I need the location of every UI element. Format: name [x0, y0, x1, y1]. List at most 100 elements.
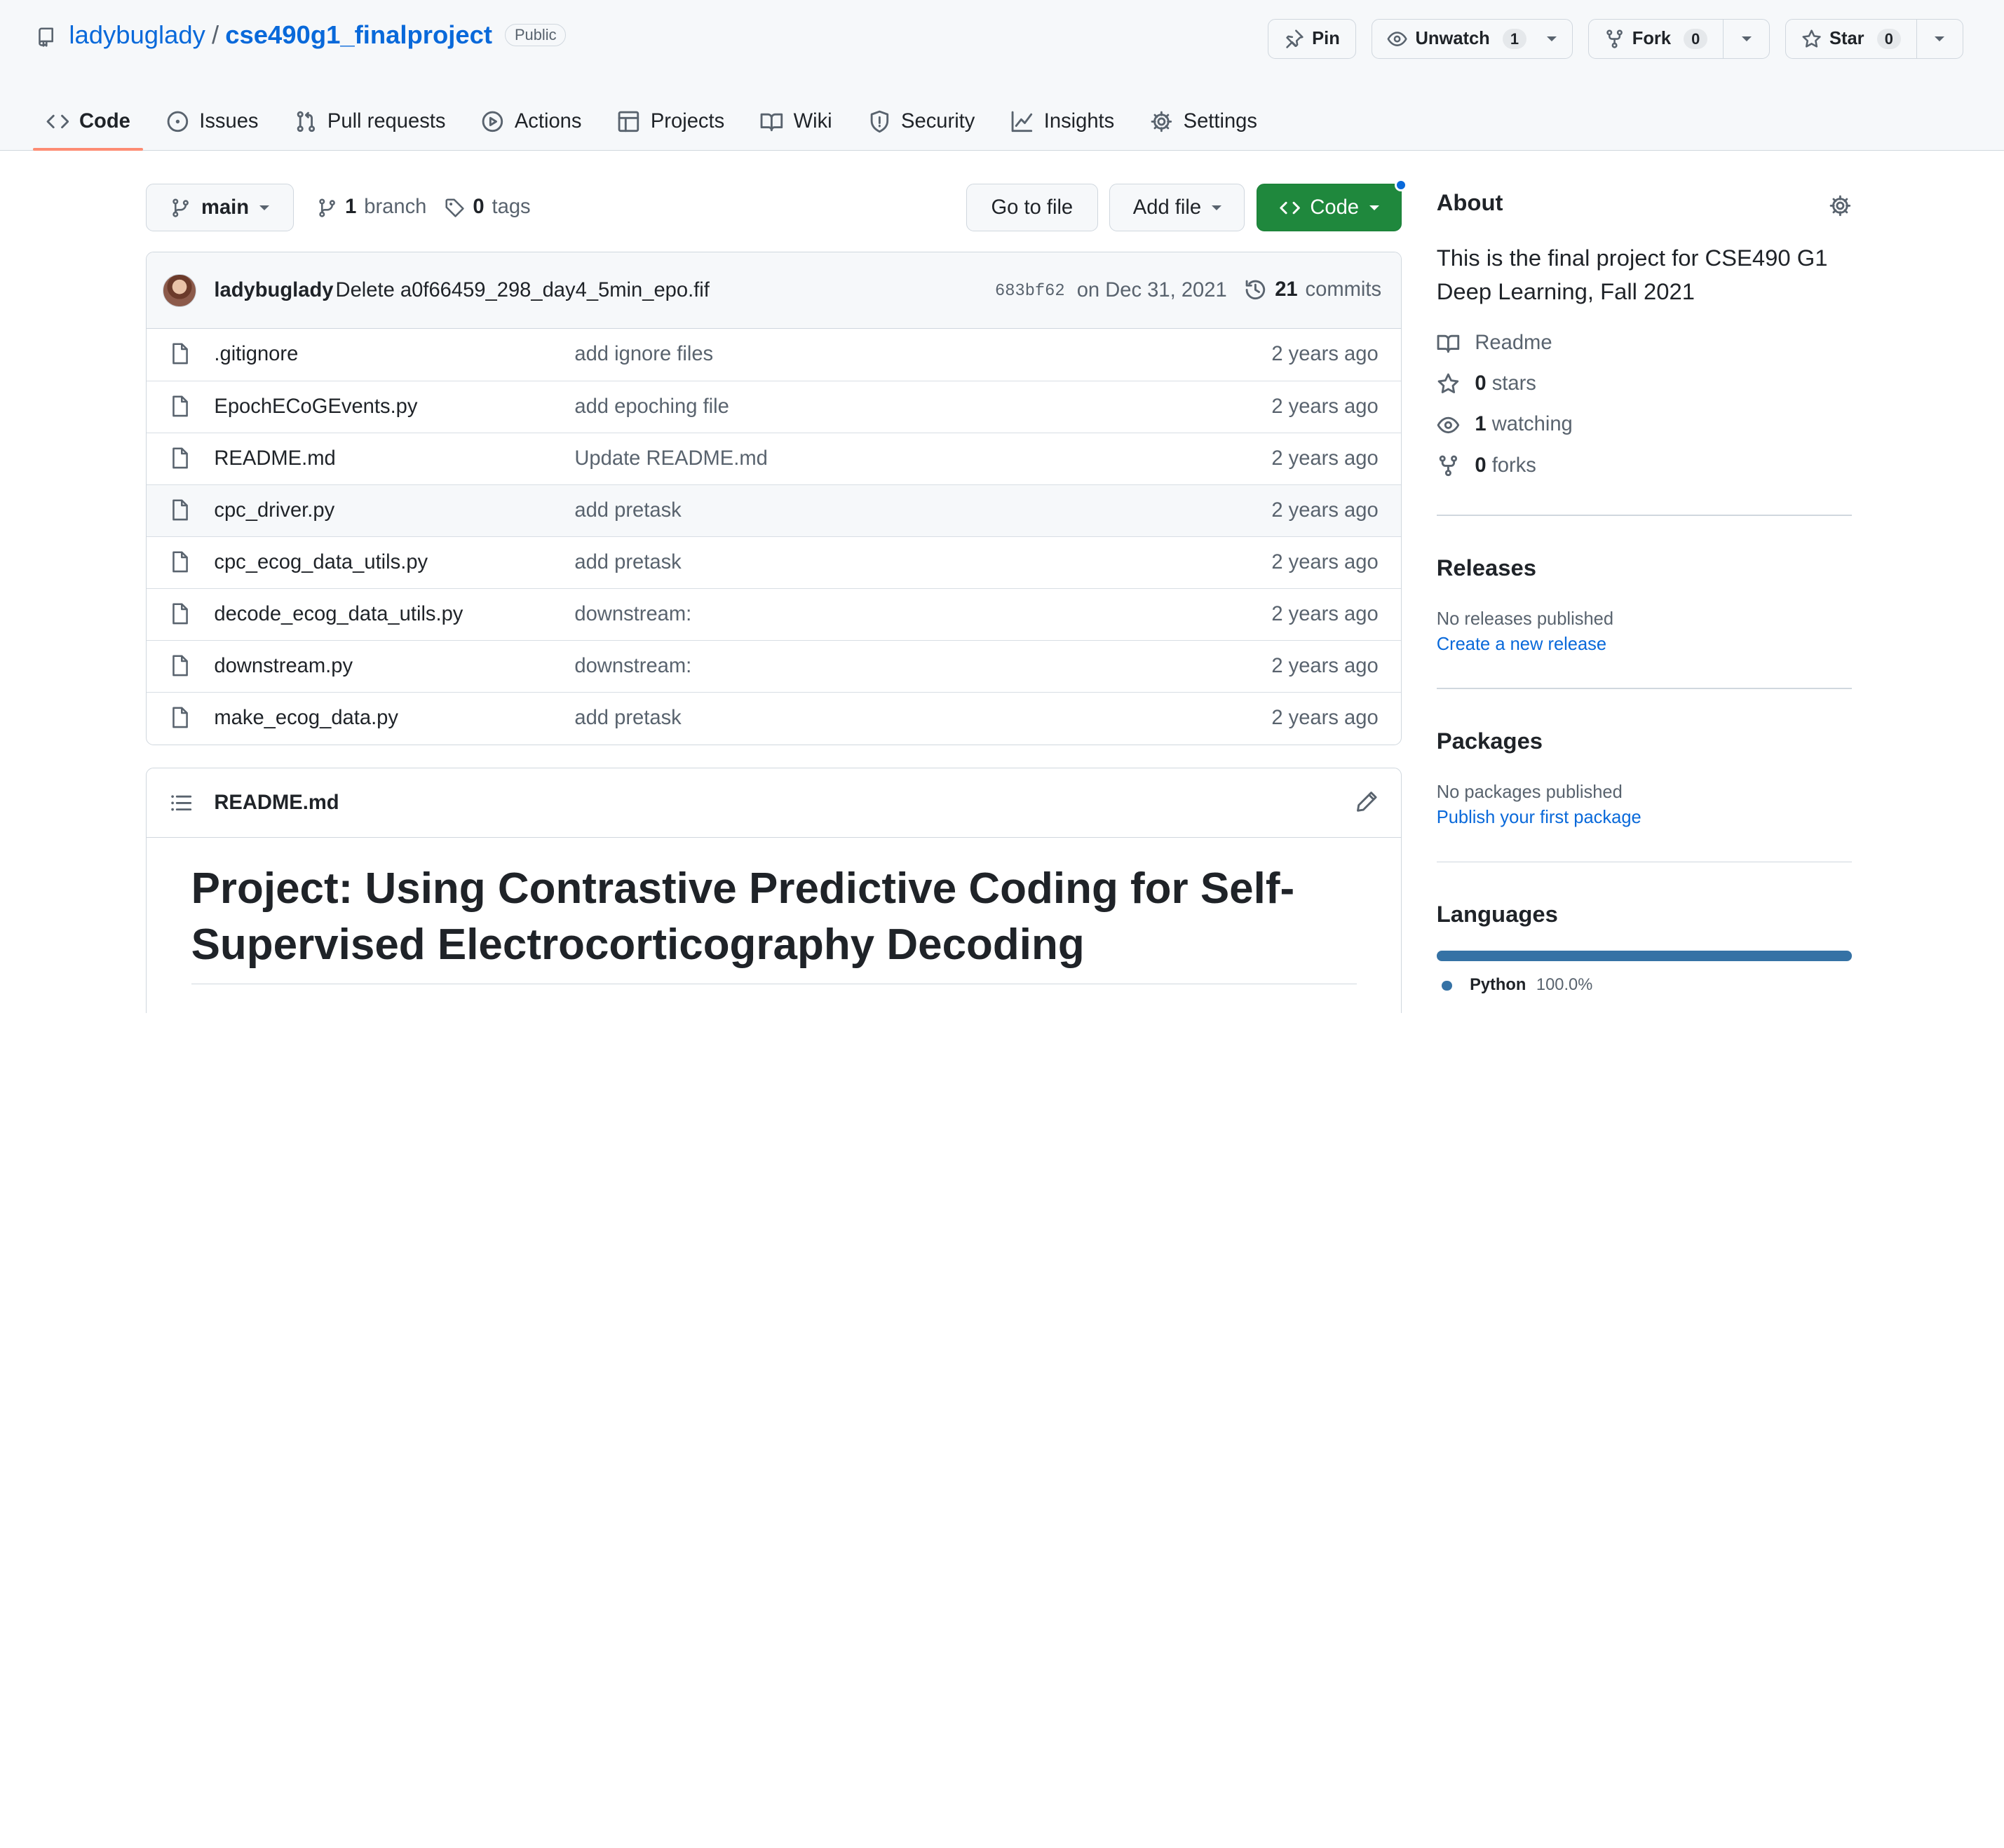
file-row[interactable]: downstream.py downstream: 2 years ago: [146, 640, 1402, 692]
pencil-icon[interactable]: [1355, 790, 1379, 813]
file-row[interactable]: README.md Update README.md 2 years ago: [146, 433, 1402, 484]
file-list: .gitignore add ignore files 2 years ago …: [146, 329, 1402, 744]
tab-label: Settings: [1183, 109, 1257, 133]
file-commit-message[interactable]: downstream:: [574, 603, 691, 626]
file-commit-message[interactable]: add pretask: [574, 551, 681, 574]
tab-code[interactable]: Code: [33, 92, 144, 151]
tab-pull-requests[interactable]: Pull requests: [281, 92, 458, 151]
file-name[interactable]: make_ecog_data.py: [214, 707, 398, 730]
readme-heading-line2: Supervised Electrocorticography Decoding: [191, 920, 1085, 969]
file-row[interactable]: .gitignore add ignore files 2 years ago: [147, 329, 1402, 381]
code-button[interactable]: Code: [1256, 184, 1402, 231]
file-name[interactable]: EpochECoGEvents.py: [214, 395, 417, 419]
readme-link[interactable]: Readme: [1437, 328, 1852, 358]
branch-select-button[interactable]: main: [145, 184, 294, 231]
chevron-down-icon: [1211, 205, 1221, 210]
tab-settings[interactable]: Settings: [1137, 92, 1270, 151]
forks-link[interactable]: 0 forks: [1437, 451, 1852, 480]
tab-projects[interactable]: Projects: [604, 92, 737, 151]
packages-title[interactable]: Packages: [1437, 728, 1852, 754]
readme-filename[interactable]: README.md: [214, 791, 339, 815]
readme-heading-line1: Project: Using Contrastive Predictive Co…: [191, 864, 1295, 913]
commit-count-label: commits: [1305, 278, 1382, 301]
book-icon: [1437, 331, 1460, 355]
fork-dropdown-button[interactable]: [1723, 20, 1769, 58]
add-file-button[interactable]: Add file: [1109, 184, 1245, 231]
gear-icon[interactable]: [1829, 194, 1852, 217]
stars-link[interactable]: 0 stars: [1437, 369, 1852, 398]
file-browser: ladybuglady Delete a0f66459_298_day4_5mi…: [145, 252, 1402, 745]
file-row[interactable]: cpc_ecog_data_utils.py add pretask 2 yea…: [146, 536, 1402, 588]
file-commit-message[interactable]: downstream:: [574, 655, 691, 678]
repo-name-link[interactable]: cse490g1_finalproject: [225, 20, 492, 50]
file-name[interactable]: README.md: [214, 447, 335, 470]
file-name[interactable]: decode_ecog_data_utils.py: [214, 603, 463, 626]
tag-icon: [445, 196, 465, 219]
fork-icon: [1437, 454, 1460, 477]
tab-label: Wiki: [793, 109, 832, 133]
branches-link[interactable]: 1 branch: [317, 196, 426, 219]
go-to-file-button[interactable]: Go to file: [966, 184, 1098, 231]
file-name[interactable]: downstream.py: [214, 655, 353, 678]
table-icon: [617, 109, 640, 133]
file-age: 2 years ago: [1271, 707, 1379, 730]
file-row[interactable]: cpc_driver.py add pretask 2 years ago: [146, 484, 1402, 537]
tab-wiki[interactable]: Wiki: [747, 92, 845, 151]
repo-icon: [36, 20, 56, 50]
history-icon: [1244, 278, 1267, 302]
file-commit-message[interactable]: add epoching file: [574, 395, 729, 419]
code-button-label: Code: [1310, 196, 1360, 219]
create-release-link[interactable]: Create a new release: [1437, 634, 1852, 655]
latest-commit-row: ladybuglady Delete a0f66459_298_day4_5mi…: [146, 252, 1402, 329]
tab-issues[interactable]: Issues: [154, 92, 271, 151]
publish-package-link[interactable]: Publish your first package: [1437, 808, 1852, 828]
tab-actions[interactable]: Actions: [468, 92, 594, 151]
commit-message[interactable]: Delete a0f66459_298_day4_5min_epo.fif: [336, 279, 710, 302]
file-row[interactable]: EpochECoGEvents.py add epoching file 2 y…: [146, 381, 1402, 433]
releases-title[interactable]: Releases: [1437, 555, 1852, 581]
unwatch-button[interactable]: Unwatch 1: [1372, 20, 1572, 58]
file-commit-message[interactable]: add pretask: [574, 707, 681, 730]
issue-icon: [166, 109, 189, 133]
fork-button-group: Fork 0: [1587, 19, 1771, 59]
tab-insights[interactable]: Insights: [998, 92, 1127, 151]
star-button[interactable]: Star 0: [1786, 20, 1916, 58]
file-commit-message[interactable]: add ignore files: [574, 343, 713, 366]
commits-link[interactable]: 21 commits: [1244, 278, 1381, 302]
language-item[interactable]: Python 100.0%: [1437, 976, 1852, 995]
star-dropdown-button[interactable]: [1916, 20, 1963, 58]
file-name[interactable]: cpc_ecog_data_utils.py: [214, 551, 428, 574]
releases-empty: No releases published: [1436, 609, 1614, 629]
file-row[interactable]: decode_ecog_data_utils.py downstream: 2 …: [146, 588, 1402, 640]
list-icon[interactable]: [170, 791, 193, 815]
tags-link[interactable]: 0 tags: [445, 196, 531, 219]
file-age: 2 years ago: [1271, 447, 1379, 470]
file-name[interactable]: .gitignore: [214, 343, 298, 366]
star-count: 0: [1876, 28, 1901, 50]
book-icon: [760, 109, 783, 133]
chevron-down-icon: [259, 205, 269, 210]
file-row[interactable]: make_ecog_data.py add pretask 2 years ag…: [146, 692, 1402, 744]
file-icon: [170, 706, 190, 729]
fork-button[interactable]: Fork 0: [1589, 20, 1723, 58]
languages-section: Languages Python 100.0%: [1436, 901, 1853, 995]
watchers-link[interactable]: 1 watching: [1437, 410, 1852, 440]
file-commit-message[interactable]: add pretask: [574, 499, 681, 522]
chevron-down-icon: [1547, 36, 1557, 41]
graph-icon: [1010, 109, 1034, 133]
stars-label: stars: [1491, 372, 1536, 395]
tab-label: Code: [79, 109, 130, 133]
commit-sha[interactable]: 683bf62: [995, 282, 1065, 301]
commit-author[interactable]: ladybuglady: [214, 279, 333, 302]
notification-dot: [1394, 179, 1407, 192]
repo-separator: /: [212, 20, 219, 50]
file-commit-message[interactable]: Update README.md: [574, 447, 767, 470]
forks-count: 0: [1475, 454, 1487, 477]
avatar[interactable]: [163, 274, 196, 308]
tab-label: Pull requests: [327, 109, 446, 133]
repo-owner-link[interactable]: ladybuglady: [69, 20, 205, 50]
file-name[interactable]: cpc_driver.py: [214, 499, 334, 522]
chevron-down-icon: [1741, 36, 1752, 41]
tab-security[interactable]: Security: [855, 92, 987, 151]
pin-button[interactable]: Pin: [1268, 19, 1356, 59]
